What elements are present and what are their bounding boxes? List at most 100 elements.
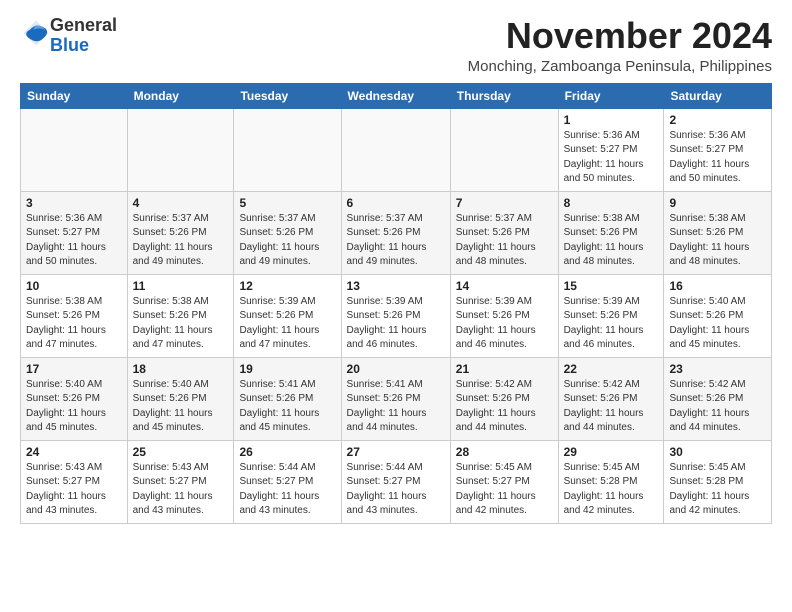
table-row: 14 Sunrise: 5:39 AM Sunset: 5:26 PM Dayli… — [450, 274, 558, 357]
table-row: 17 Sunrise: 5:40 AM Sunset: 5:26 PM Dayli… — [21, 357, 128, 440]
day-number: 9 — [669, 196, 766, 210]
day-info: Sunrise: 5:39 AM Sunset: 5:26 PM Dayligh… — [239, 295, 335, 353]
day-info: Sunrise: 5:43 AM Sunset: 5:27 PM Dayligh… — [26, 461, 122, 519]
day-info: Sunrise: 5:40 AM Sunset: 5:26 PM Dayligh… — [26, 378, 122, 436]
table-row: 2 Sunrise: 5:36 AM Sunset: 5:27 PM Daylig… — [664, 108, 772, 191]
day-number: 8 — [564, 196, 659, 210]
weekday-header-row: Sunday Monday Tuesday Wednesday Thursday… — [21, 83, 772, 108]
table-row: 11 Sunrise: 5:38 AM Sunset: 5:26 PM Dayli… — [127, 274, 234, 357]
day-info: Sunrise: 5:38 AM Sunset: 5:26 PM Dayligh… — [669, 212, 766, 270]
header-tuesday: Tuesday — [234, 83, 341, 108]
day-number: 23 — [669, 362, 766, 376]
day-number: 16 — [669, 279, 766, 293]
subtitle: Monching, Zamboanga Peninsula, Philippin… — [468, 58, 772, 75]
day-info: Sunrise: 5:36 AM Sunset: 5:27 PM Dayligh… — [669, 129, 766, 187]
day-info: Sunrise: 5:37 AM Sunset: 5:26 PM Dayligh… — [133, 212, 229, 270]
day-number: 25 — [133, 445, 229, 459]
day-number: 14 — [456, 279, 553, 293]
day-info: Sunrise: 5:37 AM Sunset: 5:26 PM Dayligh… — [456, 212, 553, 270]
table-row: 10 Sunrise: 5:38 AM Sunset: 5:26 PM Dayli… — [21, 274, 128, 357]
day-info: Sunrise: 5:36 AM Sunset: 5:27 PM Dayligh… — [564, 129, 659, 187]
day-number: 11 — [133, 279, 229, 293]
day-number: 30 — [669, 445, 766, 459]
day-number: 6 — [347, 196, 445, 210]
logo-text: GeneralBlue — [50, 16, 117, 56]
table-row: 3Sunrise: 5:36 AM Sunset: 5:27 PM Daylig… — [21, 191, 128, 274]
table-row: 5Sunrise: 5:37 AM Sunset: 5:26 PM Daylig… — [234, 191, 341, 274]
table-row — [450, 108, 558, 191]
day-info: Sunrise: 5:45 AM Sunset: 5:28 PM Dayligh… — [669, 461, 766, 519]
header-wednesday: Wednesday — [341, 83, 450, 108]
day-number: 1 — [564, 113, 659, 127]
day-number: 17 — [26, 362, 122, 376]
day-number: 7 — [456, 196, 553, 210]
day-info: Sunrise: 5:39 AM Sunset: 5:26 PM Dayligh… — [456, 295, 553, 353]
header-monday: Monday — [127, 83, 234, 108]
table-row — [21, 108, 128, 191]
table-row: 30 Sunrise: 5:45 AM Sunset: 5:28 PM Dayli… — [664, 440, 772, 523]
table-row: 12Sunrise: 5:39 AM Sunset: 5:26 PM Dayli… — [234, 274, 341, 357]
title-section: November 2024 Monching, Zamboanga Penins… — [468, 16, 772, 75]
calendar-table: Sunday Monday Tuesday Wednesday Thursday… — [20, 83, 772, 524]
calendar-week-row: 10 Sunrise: 5:38 AM Sunset: 5:26 PM Dayli… — [21, 274, 772, 357]
day-info: Sunrise: 5:42 AM Sunset: 5:26 PM Dayligh… — [456, 378, 553, 436]
day-info: Sunrise: 5:44 AM Sunset: 5:27 PM Dayligh… — [239, 461, 335, 519]
day-info: Sunrise: 5:45 AM Sunset: 5:28 PM Dayligh… — [564, 461, 659, 519]
header-sunday: Sunday — [21, 83, 128, 108]
logo-icon — [22, 19, 50, 47]
table-row — [234, 108, 341, 191]
day-info: Sunrise: 5:36 AM Sunset: 5:27 PM Dayligh… — [26, 212, 122, 270]
table-row: 13 Sunrise: 5:39 AM Sunset: 5:26 PM Dayli… — [341, 274, 450, 357]
day-info: Sunrise: 5:41 AM Sunset: 5:26 PM Dayligh… — [347, 378, 445, 436]
table-row: 26 Sunrise: 5:44 AM Sunset: 5:27 PM Dayli… — [234, 440, 341, 523]
day-number: 21 — [456, 362, 553, 376]
day-info: Sunrise: 5:38 AM Sunset: 5:26 PM Dayligh… — [564, 212, 659, 270]
page: GeneralBlue November 2024 Monching, Zamb… — [0, 0, 792, 534]
day-number: 29 — [564, 445, 659, 459]
calendar-header: Sunday Monday Tuesday Wednesday Thursday… — [21, 83, 772, 108]
table-row: 6 Sunrise: 5:37 AM Sunset: 5:26 PM Daylig… — [341, 191, 450, 274]
table-row — [341, 108, 450, 191]
day-number: 5 — [239, 196, 335, 210]
table-row: 24 Sunrise: 5:43 AM Sunset: 5:27 PM Dayli… — [21, 440, 128, 523]
day-info: Sunrise: 5:42 AM Sunset: 5:26 PM Dayligh… — [669, 378, 766, 436]
day-number: 15 — [564, 279, 659, 293]
day-info: Sunrise: 5:43 AM Sunset: 5:27 PM Dayligh… — [133, 461, 229, 519]
day-info: Sunrise: 5:39 AM Sunset: 5:26 PM Dayligh… — [564, 295, 659, 353]
calendar-body: 1 Sunrise: 5:36 AM Sunset: 5:27 PM Daylig… — [21, 108, 772, 523]
table-row: 22 Sunrise: 5:42 AM Sunset: 5:26 PM Dayli… — [558, 357, 664, 440]
header: GeneralBlue November 2024 Monching, Zamb… — [20, 16, 772, 75]
day-info: Sunrise: 5:40 AM Sunset: 5:26 PM Dayligh… — [133, 378, 229, 436]
table-row: 18 Sunrise: 5:40 AM Sunset: 5:26 PM Dayli… — [127, 357, 234, 440]
day-number: 26 — [239, 445, 335, 459]
day-number: 10 — [26, 279, 122, 293]
day-number: 4 — [133, 196, 229, 210]
day-number: 28 — [456, 445, 553, 459]
table-row: 21 Sunrise: 5:42 AM Sunset: 5:26 PM Dayli… — [450, 357, 558, 440]
day-info: Sunrise: 5:37 AM Sunset: 5:26 PM Dayligh… — [347, 212, 445, 270]
table-row: 29 Sunrise: 5:45 AM Sunset: 5:28 PM Dayli… — [558, 440, 664, 523]
day-info: Sunrise: 5:38 AM Sunset: 5:26 PM Dayligh… — [133, 295, 229, 353]
table-row: 25 Sunrise: 5:43 AM Sunset: 5:27 PM Dayli… — [127, 440, 234, 523]
table-row: 16Sunrise: 5:40 AM Sunset: 5:26 PM Dayli… — [664, 274, 772, 357]
day-number: 2 — [669, 113, 766, 127]
main-title: November 2024 — [468, 16, 772, 56]
day-info: Sunrise: 5:39 AM Sunset: 5:26 PM Dayligh… — [347, 295, 445, 353]
table-row: 27Sunrise: 5:44 AM Sunset: 5:27 PM Dayli… — [341, 440, 450, 523]
table-row: 9 Sunrise: 5:38 AM Sunset: 5:26 PM Daylig… — [664, 191, 772, 274]
table-row — [127, 108, 234, 191]
day-info: Sunrise: 5:38 AM Sunset: 5:26 PM Dayligh… — [26, 295, 122, 353]
calendar-week-row: 3Sunrise: 5:36 AM Sunset: 5:27 PM Daylig… — [21, 191, 772, 274]
table-row: 20Sunrise: 5:41 AM Sunset: 5:26 PM Dayli… — [341, 357, 450, 440]
logo: GeneralBlue — [20, 16, 117, 56]
day-number: 13 — [347, 279, 445, 293]
day-number: 18 — [133, 362, 229, 376]
table-row: 15 Sunrise: 5:39 AM Sunset: 5:26 PM Dayli… — [558, 274, 664, 357]
calendar-week-row: 17 Sunrise: 5:40 AM Sunset: 5:26 PM Dayli… — [21, 357, 772, 440]
table-row: 19Sunrise: 5:41 AM Sunset: 5:26 PM Dayli… — [234, 357, 341, 440]
header-friday: Friday — [558, 83, 664, 108]
day-number: 22 — [564, 362, 659, 376]
table-row: 23 Sunrise: 5:42 AM Sunset: 5:26 PM Dayli… — [664, 357, 772, 440]
day-info: Sunrise: 5:42 AM Sunset: 5:26 PM Dayligh… — [564, 378, 659, 436]
day-number: 24 — [26, 445, 122, 459]
